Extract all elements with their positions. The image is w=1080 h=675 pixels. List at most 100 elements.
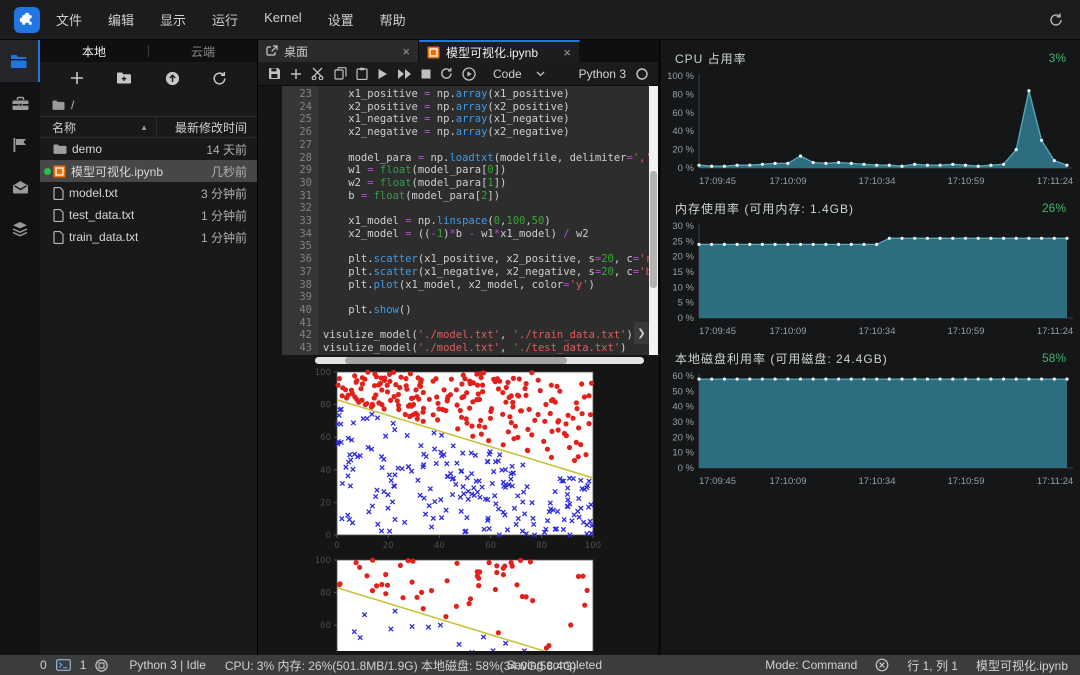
code-line[interactable]: x2_model = ((-1)*b - w1*x1_model) / w2 [323,228,649,241]
code-cell[interactable]: 2324252627282930313233343536373839404142… [258,86,658,355]
stop-icon[interactable] [421,69,431,79]
sync-button[interactable] [1048,12,1064,28]
inbox-icon [12,180,29,194]
new-launcher-icon[interactable] [70,71,84,85]
horizontal-scrollbar[interactable] [258,355,658,365]
save-icon[interactable] [268,67,281,80]
tab-cloud[interactable]: 云端 [149,43,257,60]
chevron-down-icon [536,71,545,77]
svg-text:40: 40 [434,541,445,551]
column-name[interactable]: 名称 ▲ [40,117,157,137]
file-row-demo[interactable]: demo 14 天前 [40,138,257,160]
folder-icon [52,100,65,111]
disk-chart-title: 本地磁盘利用率 (可用磁盘: 24.4GB) [675,350,888,367]
svg-text:17:11:24: 17:11:24 [1037,326,1073,337]
menu-run[interactable]: 运行 [212,10,238,29]
trust-icon[interactable] [875,658,889,672]
svg-text:0: 0 [326,531,331,541]
close-icon[interactable]: × [402,44,410,59]
expand-button[interactable]: ❯ [634,322,649,344]
code-line[interactable]: model_para = np.loadtxt(modelfile, delim… [323,152,649,165]
svg-text:20 %: 20 % [672,145,694,156]
breadcrumb[interactable]: / [40,94,257,116]
file-row-testdata[interactable]: test_data.txt 1 分钟前 [40,204,257,226]
code-line[interactable]: x2_negative = np.array(x2_negative) [323,126,649,139]
code-line[interactable]: x1_negative = np.array(x1_negative) [323,113,649,126]
sidebar-item-layers[interactable] [0,208,40,250]
file-row-traindata[interactable]: train_data.txt 1 分钟前 [40,226,257,248]
code-line[interactable]: plt.scatter(x1_positive, x2_positive, s=… [323,253,649,266]
column-modified[interactable]: 最新修改时间 [157,119,257,136]
svg-text:17:10:09: 17:10:09 [770,176,807,187]
test-scatter-figure: 020406080100020406080100 [258,553,658,651]
kernel-count[interactable]: 1 [80,658,87,672]
notebook-icon [53,165,66,178]
sidebar-item-inbox[interactable] [0,166,40,208]
kernel-status[interactable]: Python 3 | Idle [129,658,206,672]
tab-desktop[interactable]: 桌面 × [258,40,419,62]
disk-chart-value: 58% [1042,351,1066,365]
menu-help[interactable]: 帮助 [380,10,406,29]
run-icon[interactable] [377,68,388,80]
code-line[interactable] [323,291,649,304]
svg-text:30 %: 30 % [672,221,694,232]
code-line[interactable] [323,317,649,330]
code-line[interactable]: w1 = float(model_para[0]) [323,164,649,177]
code-line[interactable]: plt.scatter(x1_negative, x2_negative, s=… [323,266,649,279]
code-line[interactable]: visulize_model('./model.txt', './test_da… [323,342,649,355]
app-logo[interactable] [14,7,40,33]
svg-text:80: 80 [320,401,331,411]
copy-icon[interactable] [334,67,347,80]
sidebar-item-files[interactable] [0,40,40,82]
svg-text:25 %: 25 % [672,236,694,247]
sidebar-item-flags[interactable] [0,124,40,166]
refresh-icon[interactable] [212,71,227,86]
menu-settings[interactable]: 设置 [328,10,354,29]
paste-icon[interactable] [356,67,368,80]
file-toolbar [40,62,257,94]
cell-collapser[interactable] [258,86,282,355]
code-line[interactable]: plt.show() [323,304,649,317]
file-row-notebook[interactable]: 模型可视化.ipynb 几秒前 [40,160,257,182]
restart-run-all-icon[interactable] [462,67,476,81]
code-line[interactable] [323,139,649,152]
run-all-icon[interactable] [397,68,412,80]
file-panel-tabs: 本地 云端 [40,40,257,62]
kernel-selector[interactable]: Python 3 [579,67,648,81]
new-folder-icon[interactable] [116,71,132,85]
tab-notebook[interactable]: 模型可视化.ipynb × [419,40,580,62]
menu-kernel[interactable]: Kernel [264,10,302,29]
cell-type-dropdown[interactable]: Code [493,67,545,81]
code-line[interactable]: plt.plot(x1_model, x2_model, color='y') [323,279,649,292]
code-line[interactable]: x2_positive = np.array(x2_positive) [323,101,649,114]
code-line[interactable]: w2 = float(model_para[1]) [323,177,649,190]
svg-text:15 %: 15 % [672,267,694,278]
code-line[interactable]: visulize_model('./model.txt', './train_d… [323,329,649,342]
tab-local[interactable]: 本地 [40,43,148,60]
code-line[interactable]: x1_positive = np.array(x1_positive) [323,88,649,101]
code-line[interactable]: x1_model = np.linspace(0,100,50) [323,215,649,228]
terminal-count[interactable]: 0 [40,658,47,672]
vertical-scrollbar[interactable] [649,86,658,355]
svg-text:20 %: 20 % [672,432,694,443]
add-cell-icon[interactable] [290,68,302,80]
restart-kernel-icon[interactable] [440,67,453,80]
svg-text:17:10:34: 17:10:34 [859,476,896,487]
code-editor[interactable]: x1_positive = np.array(x1_positive) x2_p… [318,86,649,355]
upload-icon[interactable] [165,71,180,86]
sidebar-item-workspace[interactable] [0,82,40,124]
status-bar: 0 1 Python 3 | Idle CPU: 3% 内存: 26%(501.… [0,655,1080,675]
menu-edit[interactable]: 编辑 [108,10,134,29]
sort-ascending-icon[interactable]: ▲ [140,123,148,132]
close-icon[interactable]: × [563,45,571,60]
code-line[interactable] [323,240,649,253]
command-mode[interactable]: Mode: Command [765,658,857,672]
file-row-model[interactable]: model.txt 3 分钟前 [40,182,257,204]
menu-file[interactable]: 文件 [56,10,82,29]
code-line[interactable] [323,202,649,215]
cursor-position[interactable]: 行 1, 列 1 [907,657,958,674]
menu-view[interactable]: 显示 [160,10,186,29]
cut-icon[interactable] [311,67,325,80]
memory-chart: 0 %5 %10 %15 %20 %25 %30 %17:09:4517:10:… [661,220,1079,340]
code-line[interactable]: b = float(model_para[2]) [323,190,649,203]
